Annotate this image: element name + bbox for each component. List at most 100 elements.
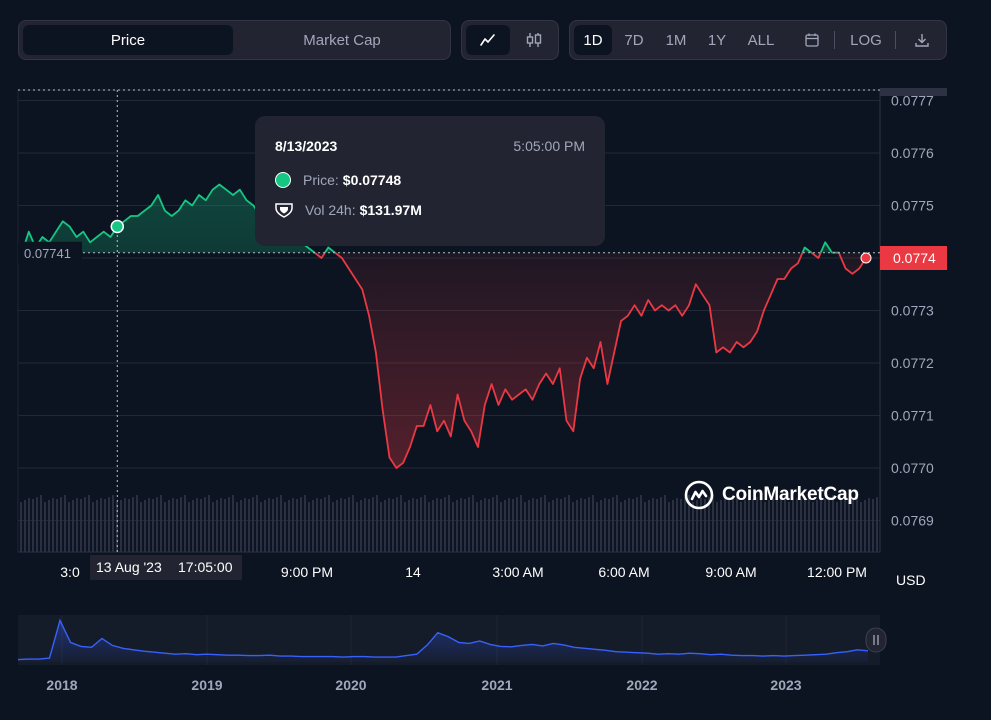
volume-bar [300, 497, 302, 552]
volume-bar [620, 502, 622, 552]
line-chart-icon [480, 34, 495, 46]
volume-bar [496, 495, 498, 552]
volume-bar [164, 502, 166, 552]
volume-bar [624, 500, 626, 552]
volume-bar [100, 498, 102, 552]
range-all[interactable]: ALL [738, 25, 784, 55]
volume-bar [628, 498, 630, 552]
volume-bar [216, 500, 218, 552]
volume-bar [316, 498, 318, 552]
volume-bar [640, 495, 642, 552]
navigator-year-label: 2023 [770, 677, 801, 693]
volume-bar [680, 499, 682, 552]
tab-price[interactable]: Price [23, 25, 233, 55]
download-button[interactable] [904, 25, 940, 55]
line-chart-button[interactable] [466, 25, 510, 55]
volume-bar [136, 495, 138, 552]
volume-bar [564, 497, 566, 552]
chart-toolbar: Price Market Cap 1D 7D 1M 1Y ALL LOG [0, 0, 991, 80]
volume-bar [260, 502, 262, 552]
volume-bar [328, 495, 330, 552]
volume-bar [636, 497, 638, 552]
navigator-chart[interactable]: 2018 2019 2020 2021 2022 2023 [0, 608, 991, 720]
volume-bar [436, 498, 438, 552]
volume-bar [380, 502, 382, 552]
volume-bar [244, 498, 246, 552]
volume-bar [44, 502, 46, 552]
volume-bar [484, 498, 486, 552]
range-1d[interactable]: 1D [574, 25, 612, 55]
navigator-year-label: 2018 [46, 677, 77, 693]
tab-market-cap[interactable]: Market Cap [237, 25, 447, 55]
volume-bar [508, 498, 510, 552]
volume-bar [632, 499, 634, 552]
volume-bar [264, 500, 266, 552]
y-tick-label: 0.0776 [891, 145, 934, 161]
volume-bar [464, 499, 466, 552]
y-tick-label: 0.0775 [891, 198, 934, 214]
volume-bar [644, 502, 646, 552]
volume-bar [476, 502, 478, 552]
tooltip-price-row: Price: $0.07748 [275, 172, 401, 188]
y-tick-label: 0.0769 [891, 513, 934, 529]
log-scale-button[interactable]: LOG [842, 25, 890, 55]
hover-point-marker [110, 219, 125, 234]
volume-bar [52, 498, 54, 552]
navigator-x-axis: 2018 2019 2020 2021 2022 2023 [46, 677, 801, 693]
navigator-year-label: 2021 [481, 677, 512, 693]
volume-bar [368, 499, 370, 552]
calendar-button[interactable] [794, 25, 830, 55]
navigator-year-label: 2019 [191, 677, 222, 693]
volume-bar [456, 500, 458, 552]
volume-bar [180, 497, 182, 552]
navigator-handle[interactable] [865, 627, 887, 653]
volume-bar [32, 499, 34, 552]
volume-bar [284, 502, 286, 552]
volume-bar [500, 502, 502, 552]
volume-bar [568, 495, 570, 552]
volume-bar [396, 497, 398, 552]
volume-bar [220, 498, 222, 552]
download-icon [915, 34, 929, 47]
volume-bar [280, 495, 282, 552]
volume-bar [560, 499, 562, 552]
price-tooltip: 8/13/2023 5:05:00 PM Price: $0.07748 Vol… [255, 116, 605, 246]
volume-bar [868, 498, 870, 552]
range-1y[interactable]: 1Y [698, 25, 736, 55]
volume-bar [604, 498, 606, 552]
volume-bar [580, 498, 582, 552]
coinmarketcap-logo-icon [684, 480, 714, 510]
volume-bar [188, 502, 190, 552]
volume-bar [420, 497, 422, 552]
volume-bar [468, 497, 470, 552]
price-dot-icon [275, 172, 291, 188]
volume-bar [556, 498, 558, 552]
volume-bar [40, 495, 42, 552]
y-tick-label: 0.0772 [891, 355, 934, 371]
volume-bar [672, 500, 674, 552]
coinmarketcap-watermark: CoinMarketCap [684, 480, 859, 510]
volume-bar [516, 497, 518, 552]
range-7d[interactable]: 7D [614, 25, 654, 55]
tooltip-vol-value: $131.97M [359, 202, 422, 218]
volume-bar [176, 499, 178, 552]
volume-bar [576, 500, 578, 552]
volume-bar [84, 497, 86, 552]
volume-bar [308, 502, 310, 552]
candlestick-button[interactable] [512, 25, 556, 55]
tooltip-price-value: $0.07748 [342, 172, 402, 188]
volume-bar [224, 499, 226, 552]
toolbar-divider [895, 31, 896, 49]
volume-bar [408, 500, 410, 552]
navigator-handle-body[interactable] [865, 627, 887, 653]
volume-bar [236, 502, 238, 552]
volume-bar [112, 495, 114, 552]
volume-bar [520, 495, 522, 552]
range-1m[interactable]: 1M [656, 25, 696, 55]
volume-bar [124, 498, 126, 552]
volume-bar [344, 499, 346, 552]
volume-shield-icon [275, 203, 293, 218]
volume-bar [664, 495, 666, 552]
volume-bar [552, 500, 554, 552]
volume-bar [120, 500, 122, 552]
